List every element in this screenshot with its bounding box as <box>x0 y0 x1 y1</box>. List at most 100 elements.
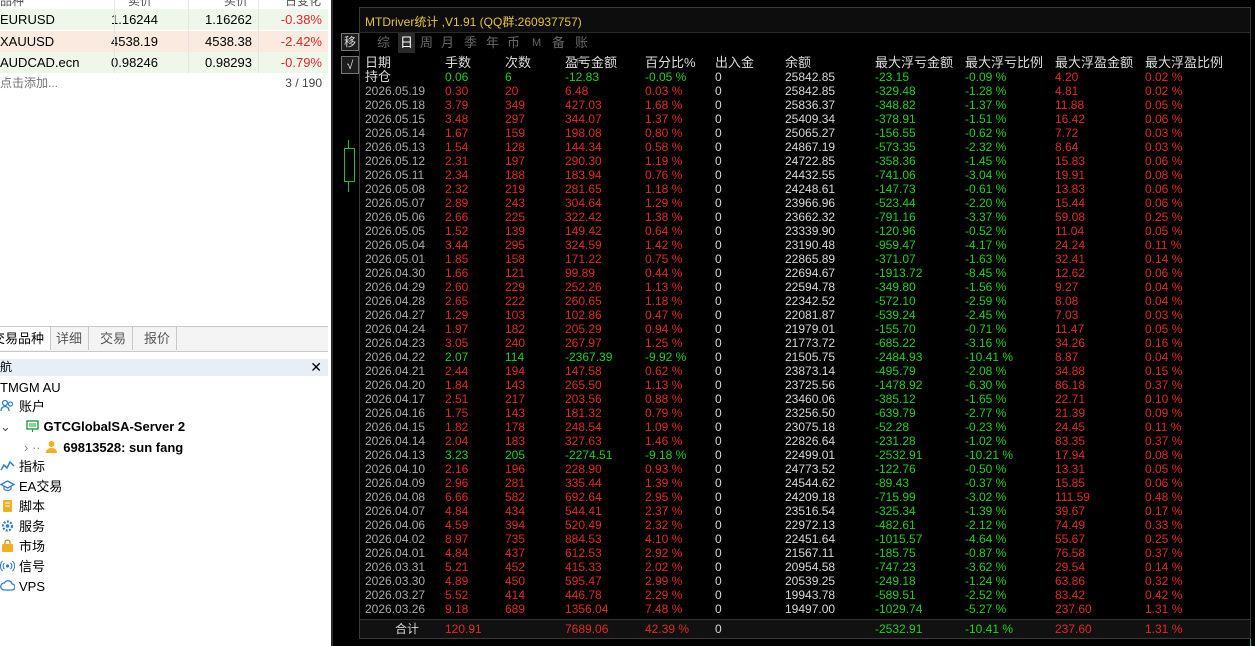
close-icon[interactable]: ✕ <box>310 359 322 376</box>
cell-date: 2026.04.08 <box>365 490 426 504</box>
period-tab[interactable]: M <box>532 33 541 53</box>
cell-trades: 20 <box>505 84 519 98</box>
cell-max-float-profit-pct: 0.37 % <box>1145 434 1183 448</box>
cell-max-float-loss: -2484.93 <box>875 350 923 364</box>
period-tab[interactable]: 日 <box>398 33 416 53</box>
nav-item-signals[interactable]: 信号 <box>0 557 45 577</box>
nav-item-label: 指标 <box>19 459 46 474</box>
cell-percent: 0.79 % <box>645 406 683 420</box>
cell-lots: 1.82 <box>445 420 469 434</box>
cell-pnl: 327.63 <box>565 434 602 448</box>
cell-pnl: 181.32 <box>565 406 602 420</box>
cell-max-float-profit-pct: 0.11 % <box>1145 238 1182 252</box>
cell-max-float-loss-pct: -1.02 % <box>965 434 1007 448</box>
accounts-node[interactable]: 账户 <box>0 397 45 417</box>
symbol-bid: 1.16244 <box>111 12 158 27</box>
account-node[interactable]: › ·· 69813528: sun fang <box>24 438 183 458</box>
shopping-bag-icon <box>0 539 15 553</box>
cell-percent: 2.99 % <box>645 574 683 588</box>
cell-max-float-profit: 83.35 <box>1055 434 1086 448</box>
cell-pnl: 267.97 <box>565 336 602 350</box>
cell-max-float-profit-pct: 0.17 % <box>1145 504 1183 518</box>
left-pane: 品种 卖价 买价 日变化 EURUSD 1.16244 1.16262 -0.3… <box>0 0 331 646</box>
cell-max-float-profit-pct: 0.09 % <box>1145 406 1183 420</box>
tab-symbols[interactable]: 交易品种 <box>0 327 52 350</box>
symbol-ask: 0.98293 <box>205 55 252 70</box>
cell-max-float-profit-pct: 0.05 % <box>1145 98 1183 112</box>
nav-item-vps[interactable]: VPS <box>0 577 45 597</box>
add-symbol-row[interactable]: 点击添加... 3 / 190 <box>0 73 328 93</box>
cell-balance: 21567.11 <box>785 546 835 560</box>
user-icon <box>44 440 59 454</box>
nav-item-scripts[interactable]: 脚本 <box>0 497 45 517</box>
nav-item-market[interactable]: 市场 <box>0 537 45 557</box>
cell-max-float-profit-pct: 0.06 % <box>1145 266 1183 280</box>
symbol-row[interactable]: AUDCAD.ecn 0.98246 0.98293 -0.79% <box>0 52 328 73</box>
nav-item-indicators[interactable]: 指标 <box>0 457 45 477</box>
cell-trades: 143 <box>505 406 526 420</box>
cell-balance: 23516.54 <box>785 504 836 518</box>
cell-max-float-loss-pct: -1.65 % <box>965 392 1007 406</box>
cell-max-float-loss-pct: -5.27 % <box>965 602 1007 616</box>
cell-max-float-profit-pct: 0.42 % <box>1145 588 1183 602</box>
cell-deposit: 0 <box>715 448 722 462</box>
cell-lots: 3.23 <box>445 448 469 462</box>
cell-trades: 222 <box>505 294 526 308</box>
symbol-ask: 1.16262 <box>205 12 252 27</box>
cell-pnl: 260.65 <box>565 294 602 308</box>
cell-max-float-loss: -185.75 <box>875 546 916 560</box>
broker-node[interactable]: TMGM AU <box>0 378 61 398</box>
chart-wick <box>348 140 349 148</box>
cell-deposit: 0 <box>715 266 722 280</box>
cell-percent: 0.58 % <box>645 140 683 154</box>
cell-trades: 434 <box>505 504 526 518</box>
cell-max-float-profit: 59.08 <box>1055 210 1086 224</box>
tab-ticks[interactable]: 报价 <box>138 327 178 350</box>
column-divider <box>188 0 189 73</box>
cell-max-float-loss: -249.18 <box>875 574 916 588</box>
cell-date: 2026.04.09 <box>365 476 426 490</box>
cell-balance: 21773.72 <box>785 336 836 350</box>
period-tab[interactable]: 月 <box>441 33 454 53</box>
cell-max-float-loss: -791.16 <box>875 210 916 224</box>
period-tab[interactable]: 综 <box>377 33 390 53</box>
accounts-icon <box>0 399 15 413</box>
check-button[interactable]: √ <box>341 56 359 74</box>
stats-titlebar[interactable]: MTDriver统计 ,V1.91 (QQ群:260937757) <box>360 8 1250 33</box>
nav-item-label: VPS <box>19 579 46 594</box>
cell-max-float-profit: 11.88 <box>1055 98 1085 112</box>
symbol-name: AUDCAD.ecn <box>0 55 80 70</box>
cell-max-float-profit: 16.42 <box>1055 112 1086 126</box>
cell-percent: 1.09 % <box>645 420 683 434</box>
symbol-row[interactable]: EURUSD 1.16244 1.16262 -0.38% <box>0 9 328 30</box>
cell-max-float-loss-pct: -2.59 % <box>965 294 1007 308</box>
period-tab[interactable]: 季 <box>464 33 477 53</box>
cell-lots: 4.59 <box>445 518 469 532</box>
cell-max-float-profit: 32.41 <box>1055 252 1086 266</box>
nav-item-label: 脚本 <box>19 499 46 514</box>
chevron-down-icon[interactable]: ⌄ <box>0 419 11 434</box>
nav-item-experts[interactable]: EA交易 <box>0 477 62 497</box>
period-tab[interactable]: 周 <box>420 33 433 53</box>
tab-details[interactable]: 详细 <box>50 327 90 350</box>
period-tab[interactable]: 年 <box>486 33 499 53</box>
cell-max-float-loss: -639.79 <box>875 406 916 420</box>
cell-max-float-loss: -23.15 <box>875 70 910 84</box>
cell-date: 2026.03.27 <box>365 588 426 602</box>
symbol-row[interactable]: XAUUSD 4538.19 4538.38 -2.42% <box>0 31 328 52</box>
cell-date: 2026.04.24 <box>365 322 426 336</box>
cell-max-float-profit: 13.83 <box>1055 182 1086 196</box>
tab-trading[interactable]: 交易 <box>94 327 134 350</box>
cell-max-float-loss-pct: -3.02 % <box>965 490 1007 504</box>
cell-percent: 1.38 % <box>645 210 683 224</box>
cell-date: 2026.04.22 <box>365 350 426 364</box>
period-tab[interactable]: 币 <box>507 33 520 53</box>
nav-item-services[interactable]: 服务 <box>0 517 45 537</box>
move-button[interactable]: 移 <box>341 33 359 51</box>
cell-max-float-profit: 13.31 <box>1055 462 1086 476</box>
period-tab[interactable]: 备 <box>552 33 565 53</box>
cell-date: 2026.04.06 <box>365 518 426 532</box>
server-node[interactable]: ⌄ GTCGlobalSA-Server 2 <box>0 417 185 437</box>
chevron-right-icon[interactable]: › <box>24 440 28 455</box>
cell-lots: 2.66 <box>445 210 469 224</box>
